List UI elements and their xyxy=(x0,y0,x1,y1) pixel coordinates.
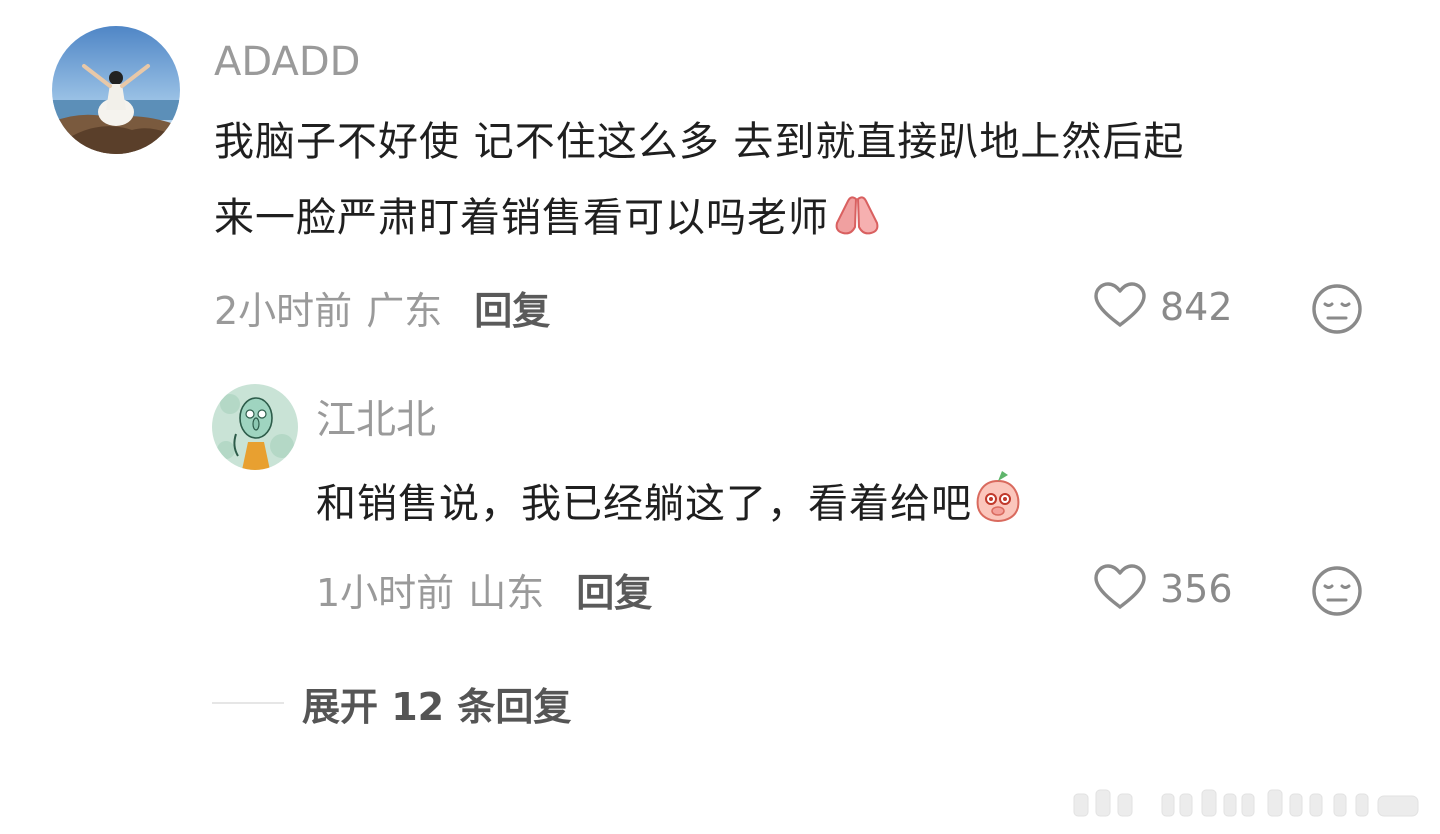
neutral-face-icon[interactable] xyxy=(1310,282,1364,336)
like-count: 842 xyxy=(1160,285,1233,329)
watermark-logo xyxy=(1073,789,1419,817)
comment-meta: 2小时前 广东 回复 xyxy=(214,280,550,335)
comment-line-2-text: 来一脸严肃盯着销售看可以吗老师 xyxy=(214,195,829,241)
comment-body: 我脑子不好使 记不住这么多 去到就直接趴地上然后起 来一脸严肃盯着销售看可以吗老… xyxy=(214,104,1404,262)
reply-like-button[interactable]: 356 xyxy=(1092,564,1233,614)
comment-time: 2小时前 xyxy=(214,288,353,333)
reply-to-reply-button[interactable]: 回复 xyxy=(576,562,652,617)
comment-line-2: 来一脸严肃盯着销售看可以吗老师 xyxy=(214,180,1404,262)
expand-divider xyxy=(212,702,284,704)
comment-line-1: 我脑子不好使 记不住这么多 去到就直接趴地上然后起 xyxy=(214,119,1185,165)
expand-replies-button[interactable]: 展开 12 条回复 xyxy=(212,678,572,729)
like-button[interactable]: 842 xyxy=(1092,282,1233,332)
heart-icon xyxy=(1092,281,1148,333)
pray-hands-emoji-icon xyxy=(829,186,885,262)
avatar-beach-image xyxy=(52,26,180,154)
expand-replies-label: 展开 12 条回复 xyxy=(302,684,572,729)
reply-time: 1小时前 xyxy=(316,570,455,615)
heart-icon xyxy=(1092,563,1148,615)
reply-like-count: 356 xyxy=(1160,567,1233,611)
neutral-face-icon[interactable] xyxy=(1310,564,1364,618)
avatar-cartoon-image xyxy=(212,384,298,470)
commenter-avatar[interactable] xyxy=(52,26,180,154)
reply-body: 和销售说，我已经躺这了，看着给吧 xyxy=(316,466,1316,548)
reply-button[interactable]: 回复 xyxy=(474,280,550,335)
commenter-username[interactable]: ADADD xyxy=(214,38,360,86)
peach-shy-emoji-icon xyxy=(972,467,1024,548)
comment-location: 广东 xyxy=(366,288,443,333)
reply-location: 山东 xyxy=(468,570,545,615)
replier-avatar[interactable] xyxy=(212,384,298,470)
replier-username[interactable]: 江北北 xyxy=(316,396,436,444)
reply-meta: 1小时前 山东 回复 xyxy=(316,562,652,617)
reply-text: 和销售说，我已经躺这了，看着给吧 xyxy=(316,481,972,527)
